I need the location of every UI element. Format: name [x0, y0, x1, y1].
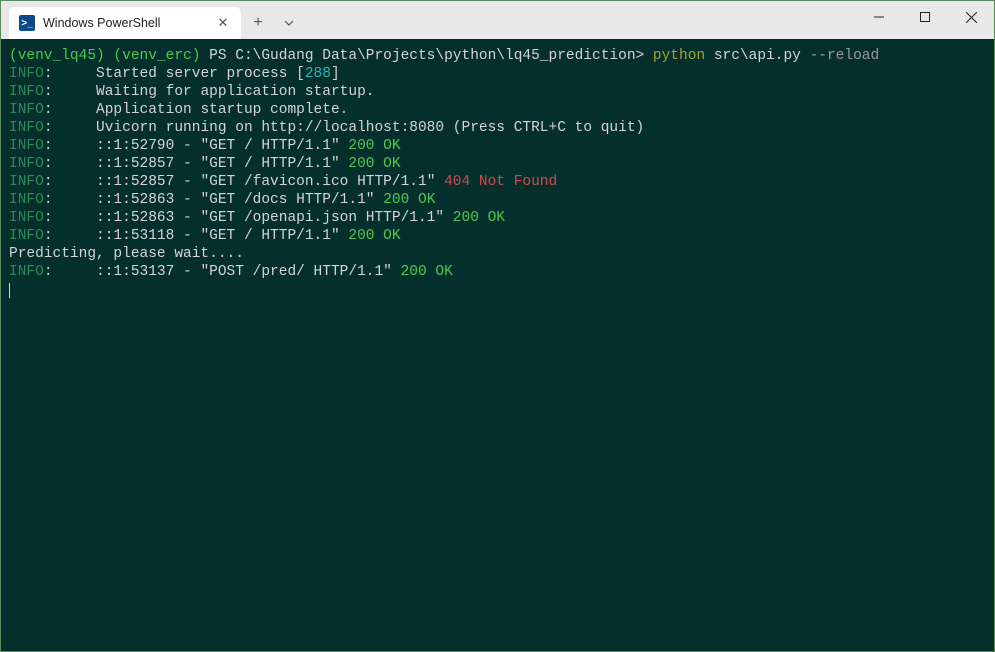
log-tag: INFO	[9, 264, 44, 280]
close-button[interactable]	[948, 1, 994, 33]
new-tab-button[interactable]: +	[241, 7, 275, 39]
terminal-body[interactable]: (venv_lq45) (venv_erc) PS C:\Gudang Data…	[1, 39, 994, 651]
command: python	[653, 48, 705, 64]
log-output: INFO: Started server process [288] INFO:…	[9, 65, 986, 245]
powershell-icon: >_	[19, 15, 35, 31]
titlebar: >_ Windows PowerShell ✕ +	[1, 1, 994, 39]
cursor	[9, 283, 10, 298]
command-arg: src\api.py	[714, 48, 801, 64]
venv-label: (venv_erc)	[113, 48, 200, 64]
terminal-window: >_ Windows PowerShell ✕ + (venv_lq45) (v…	[1, 1, 994, 651]
venv-label: (venv_lq45)	[9, 48, 105, 64]
minimize-button[interactable]	[856, 1, 902, 33]
tab-dropdown-icon[interactable]	[275, 7, 303, 39]
log-line: Predicting, please wait....	[9, 246, 244, 262]
prompt-ps: PS	[209, 48, 226, 64]
tab-title: Windows PowerShell	[43, 16, 215, 30]
maximize-button[interactable]	[902, 1, 948, 33]
tab-powershell[interactable]: >_ Windows PowerShell ✕	[9, 7, 241, 39]
close-tab-icon[interactable]: ✕	[215, 15, 231, 31]
status-ok: 200 OK	[401, 264, 453, 280]
window-controls	[856, 1, 994, 33]
command-flag: --reload	[810, 48, 880, 64]
prompt-path: C:\Gudang Data\Projects\python\lq45_pred…	[235, 48, 635, 64]
